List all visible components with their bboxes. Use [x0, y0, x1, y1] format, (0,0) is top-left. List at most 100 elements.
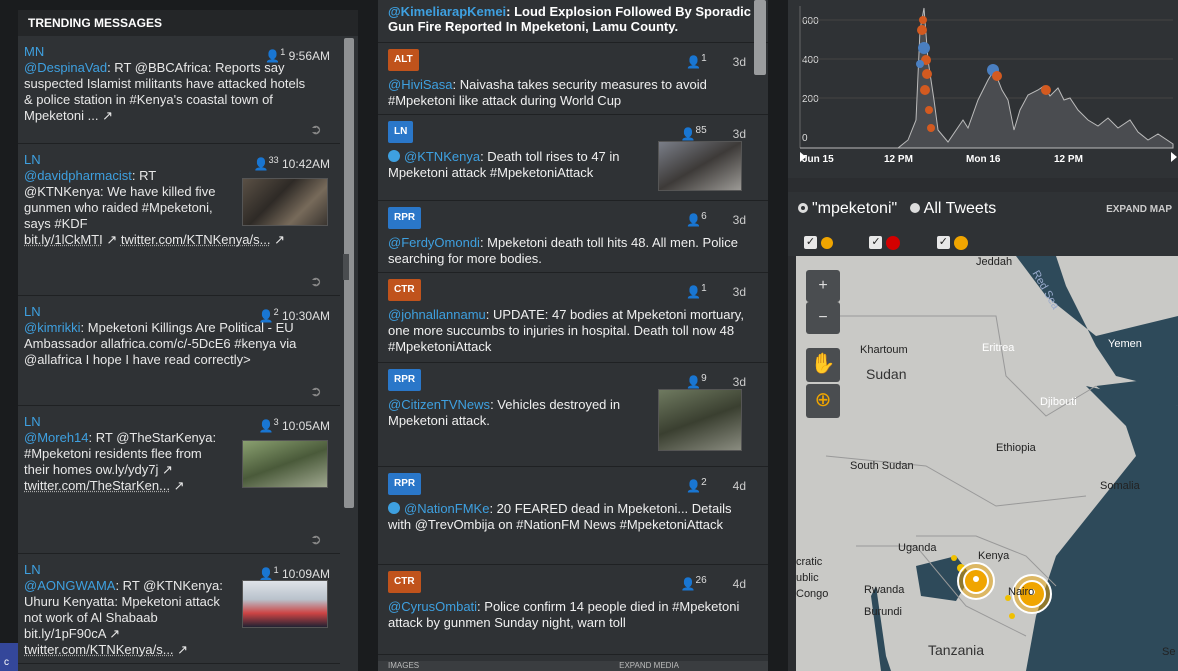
external-link-icon[interactable]: ↗: [162, 462, 173, 477]
y-tick: 0: [802, 133, 808, 144]
middle-scrollbar[interactable]: [754, 0, 766, 75]
trending-item[interactable]: LN 👤33 10:42AM @davidpharmacist: RT @KTN…: [18, 144, 340, 296]
y-tick: 600: [802, 16, 819, 27]
filter-mpeketoni-radio[interactable]: "mpeketoni": [798, 200, 897, 217]
author-link[interactable]: @KimeliarapKemei: [388, 4, 506, 19]
map-label: Rwanda: [864, 584, 905, 596]
twitter-link[interactable]: twitter.com/KTNKenya/s...: [24, 642, 174, 657]
x-tick: 12 PM: [1054, 154, 1083, 165]
chart-point: [992, 71, 1002, 81]
x-tick: 12 PM: [884, 154, 913, 165]
feed-item[interactable]: RPR 👤9 3d @CitizenTVNews: Vehicles destro…: [378, 363, 768, 467]
expand-map-button[interactable]: EXPAND MAP: [1106, 204, 1172, 215]
dot-icon: [953, 235, 968, 250]
feed-image[interactable]: [658, 141, 742, 191]
media-footer: IMAGES EXPAND MEDIA: [378, 661, 768, 671]
item-meta: 👤1 3d: [686, 283, 746, 299]
map-label: Burundi: [864, 606, 902, 618]
filter-all-tweets-radio[interactable]: All Tweets: [909, 200, 996, 217]
chart-point: [922, 69, 932, 79]
map-label: Yemen: [1108, 338, 1142, 350]
map-label: Ethiopia: [996, 442, 1036, 454]
timeline-chart[interactable]: 600 400 200 0 Jun 15 12 PM Mon 16 12 PM: [788, 0, 1178, 178]
right-panel: 600 400 200 0 Jun 15 12 PM Mon 16 12 PM …: [788, 0, 1178, 671]
locate-crosshair-icon[interactable]: ⊕: [806, 384, 840, 418]
category-badge: RPR: [388, 207, 422, 229]
user-icon: 👤: [253, 157, 269, 171]
expand-media-button[interactable]: EXPAND MEDIA: [619, 661, 679, 670]
zoom-in-button[interactable]: +: [806, 270, 840, 302]
tweet-marker: [1009, 613, 1015, 619]
panel-title: TRENDING MESSAGES: [18, 10, 358, 36]
splitter-handle[interactable]: [343, 254, 349, 280]
author-link[interactable]: @CitizenTVNews: [388, 397, 490, 412]
user-icon: 👤: [686, 213, 702, 227]
trending-item[interactable]: LN 👤2 10:30AM @kimrikki: Mpeketoni Killi…: [18, 296, 340, 406]
feed-item[interactable]: CTR 👤1 3d @johnallannamu: UPDATE: 47 bodi…: [378, 273, 768, 363]
feed-item[interactable]: LN 👤85 3d @KTNKenya: Death toll rises to …: [378, 115, 768, 201]
tweet-image[interactable]: [242, 580, 328, 628]
pin-icon: [821, 236, 833, 249]
author-link[interactable]: @AONGWAMA: [24, 578, 115, 593]
trending-item[interactable]: LN 👤3 10:05AM @Moreh14: RT @TheStarKenya…: [18, 406, 340, 554]
trending-item[interactable]: MN 👤1 9:56AM @DespinaVad: RT @BBCAfrica:…: [18, 36, 340, 144]
layer-filter-red[interactable]: ✓: [869, 234, 901, 252]
images-label[interactable]: IMAGES: [388, 661, 419, 670]
chart-point: [919, 16, 927, 24]
feed-item[interactable]: RPR 👤6 3d @FerdyOmondi: Mpeketoni death t…: [378, 201, 768, 273]
feed-item[interactable]: ALT 👤1 3d @HiviSasa: Naivasha takes secur…: [378, 43, 768, 115]
author-link[interactable]: @Moreh14: [24, 430, 89, 445]
radio-icon: [798, 203, 808, 213]
item-meta: 👤9 3d: [686, 373, 746, 389]
author-link[interactable]: @FerdyOmondi: [388, 235, 480, 250]
map-label: Khartoum: [860, 344, 908, 356]
item-meta: 👤33 10:42AM: [253, 155, 330, 171]
external-link-icon[interactable]: ↗: [106, 232, 117, 247]
short-link[interactable]: bit.ly/1lCkMTI: [24, 232, 103, 247]
author-link[interactable]: @davidpharmacist: [24, 168, 132, 183]
twitter-link[interactable]: twitter.com/KTNKenya/s...: [121, 232, 271, 247]
share-icon[interactable]: ➲: [310, 383, 328, 399]
layer-filter-yellow[interactable]: ✓: [936, 234, 968, 252]
feed-item[interactable]: RPR 👤2 4d @NationFMKe: 20 FEARED dead in …: [378, 467, 768, 565]
category-badge: CTR: [388, 279, 421, 301]
feed-image[interactable]: [658, 389, 742, 451]
trending-item[interactable]: LN 👤1 10:09AM @AONGWAMA: RT @KTNKenya: U…: [18, 554, 340, 664]
author-link[interactable]: @HiviSasa: [388, 77, 453, 92]
bottom-left-corner-tab[interactable]: c: [0, 643, 18, 671]
y-tick: 200: [802, 94, 819, 105]
geo-map[interactable]: Jeddah Red Sea Khartoum Sudan Eritrea Ye…: [796, 256, 1178, 671]
external-link-icon[interactable]: ↗: [109, 626, 120, 641]
tweet-image[interactable]: [242, 178, 328, 226]
item-meta: 👤26 4d: [680, 575, 746, 591]
author-link[interactable]: @CyrusOmbati: [388, 599, 477, 614]
media-feed-panel: @KimeliarapKemei: Loud Explosion Followe…: [378, 0, 768, 671]
external-link-icon[interactable]: ↗: [102, 108, 113, 123]
layer-filter-orange[interactable]: ✓: [804, 234, 833, 252]
tweet-image[interactable]: [242, 440, 328, 488]
user-icon: 👤: [680, 127, 696, 141]
external-link-icon[interactable]: ↗: [274, 232, 285, 247]
author-link[interactable]: @NationFMKe: [404, 501, 489, 516]
twitter-link[interactable]: twitter.com/TheStarKen...: [24, 478, 170, 493]
feed-item[interactable]: @KimeliarapKemei: Loud Explosion Followe…: [378, 0, 768, 43]
share-icon[interactable]: ➲: [310, 273, 328, 289]
share-icon[interactable]: ➲: [310, 121, 328, 137]
author-link[interactable]: @DespinaVad: [24, 60, 107, 75]
author-link[interactable]: @kimrikki: [24, 320, 81, 335]
author-link[interactable]: @johnallannamu: [388, 307, 486, 322]
item-meta: 👤1 10:09AM: [258, 565, 330, 581]
pan-hand-icon[interactable]: ✋: [806, 348, 840, 382]
checkbox-icon: ✓: [804, 236, 817, 250]
map-label: Congo: [796, 588, 829, 600]
feed-item[interactable]: CTR 👤26 4d @CyrusOmbati: Police confirm 1…: [378, 565, 768, 655]
y-tick: 400: [802, 55, 819, 66]
zoom-out-button[interactable]: −: [806, 302, 840, 334]
share-icon[interactable]: ➲: [310, 531, 328, 547]
external-link-icon[interactable]: ↗: [174, 478, 185, 493]
author-link[interactable]: @KTNKenya: [404, 149, 480, 164]
external-link-icon[interactable]: ↗: [177, 642, 188, 657]
user-icon: 👤: [686, 375, 702, 389]
verified-icon: [388, 502, 400, 514]
map-label: Kenya: [978, 550, 1010, 562]
